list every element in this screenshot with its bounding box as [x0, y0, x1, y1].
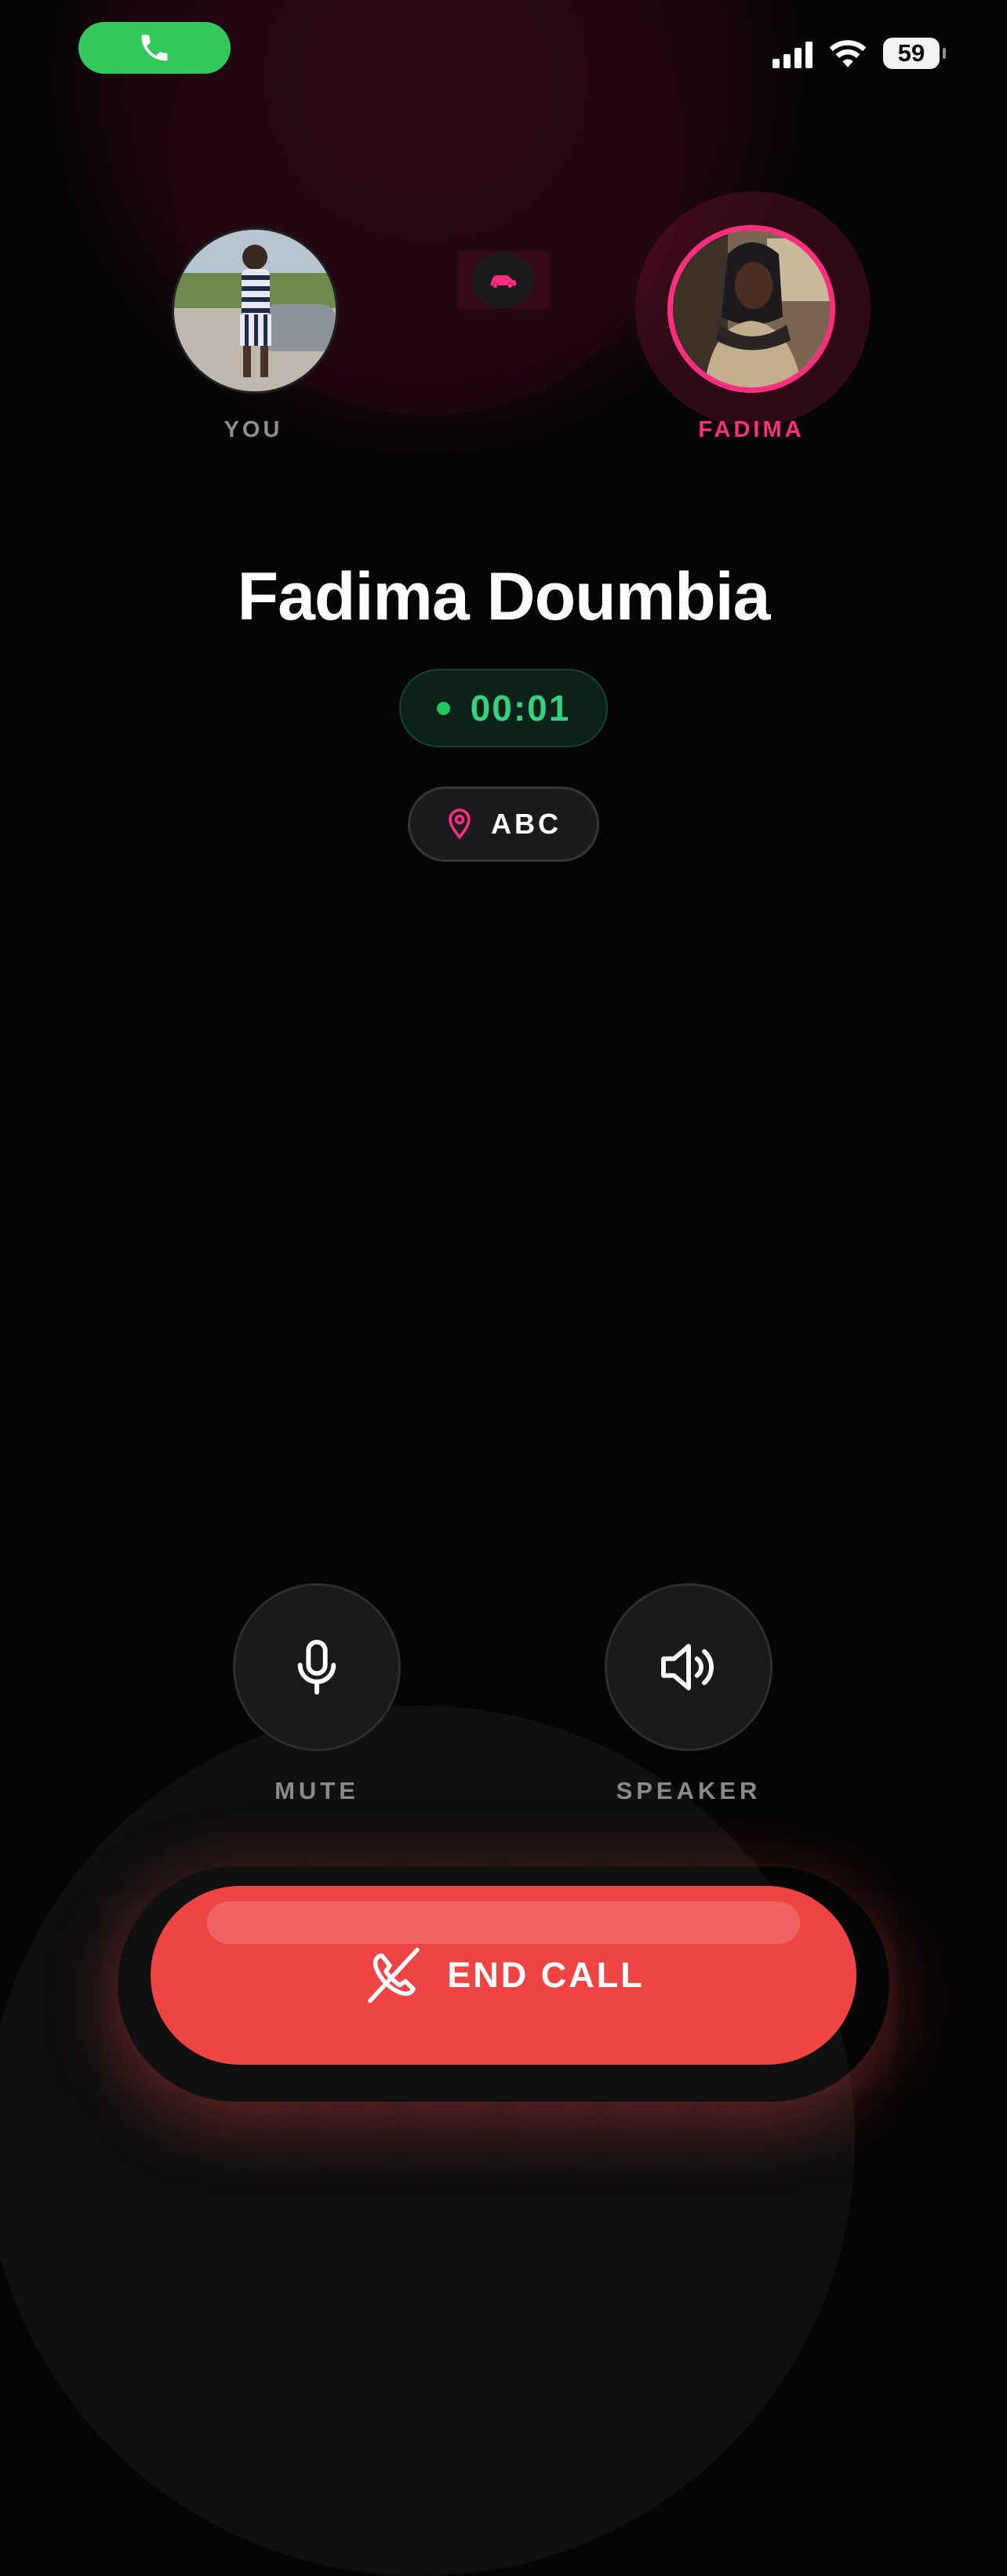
live-dot-icon	[436, 701, 450, 715]
end-call-highlight	[207, 1902, 800, 1944]
you-label: YOU	[224, 417, 283, 442]
end-call-label: END CALL	[447, 1955, 645, 1995]
status-icons: 59	[773, 38, 946, 69]
connection-indicator	[471, 252, 534, 308]
fadima-photo	[673, 231, 830, 387]
signal-icon	[773, 38, 813, 68]
speaker-label: SPEAKER	[616, 1777, 762, 1804]
battery-indicator: 59	[883, 38, 946, 69]
hang-up-icon	[368, 1947, 420, 2004]
mute-button[interactable]	[233, 1583, 401, 1751]
phone-icon	[141, 35, 168, 61]
speaker-button[interactable]	[605, 1583, 773, 1751]
you-photo	[174, 230, 336, 391]
location-text: ABC	[491, 808, 562, 840]
call-timer: 00:01	[470, 688, 571, 728]
background-glow-bottom	[0, 1706, 855, 2576]
mute-label: MUTE	[274, 1777, 359, 1804]
contact-name: Fadima Doumbia	[237, 559, 771, 634]
fadima-label: FADIMA	[698, 417, 805, 442]
call-timer-badge: 00:01	[399, 669, 608, 747]
microphone-icon	[297, 1640, 336, 1695]
wifi-icon	[829, 40, 867, 67]
speaker-icon	[661, 1644, 714, 1691]
active-call-pill[interactable]	[78, 22, 231, 74]
fadima-avatar	[667, 225, 835, 393]
location-chip[interactable]: ABC	[408, 787, 599, 862]
car-icon	[491, 275, 516, 288]
you-avatar	[172, 227, 338, 394]
location-pin-icon	[449, 808, 471, 840]
